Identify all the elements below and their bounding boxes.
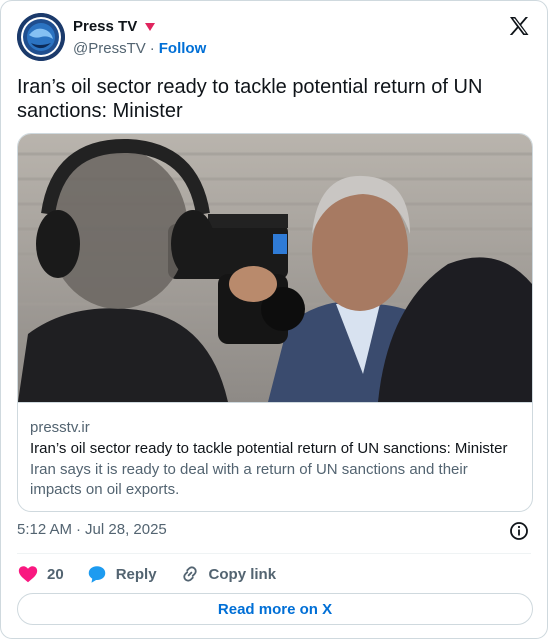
display-name[interactable]: Press TV: [73, 18, 137, 35]
like-count: 20: [47, 565, 64, 583]
handle-row: @PressTV · Follow: [73, 40, 206, 57]
timestamp-time: 5:12 AM: [17, 521, 73, 538]
reply-button[interactable]: Reply: [86, 563, 157, 585]
embedded-tweet-card: Press TV @PressTV · Follow Iran’s oil se…: [0, 0, 548, 639]
tweet-text: Iran’s oil sector ready to tackle potent…: [17, 76, 483, 122]
link-description: Iran says it is ready to deal with a ret…: [30, 461, 468, 498]
link-meta: presstv.ir Iran’s oil sector ready to ta…: [30, 418, 520, 500]
heart-icon: [18, 566, 38, 583]
timestamp-date: Jul 28, 2025: [85, 521, 167, 538]
link-card-divider: [18, 402, 532, 403]
link-domain: presstv.ir: [30, 419, 90, 436]
reply-bubble-icon: [88, 566, 105, 583]
link-title: Iran’s oil sector ready to tackle potent…: [30, 440, 508, 457]
link-preview-card[interactable]: presstv.ir Iran’s oil sector ready to ta…: [17, 133, 533, 512]
action-bar: 20 Reply Copy link: [17, 561, 298, 587]
copy-link-label: Copy link: [208, 565, 277, 583]
timestamp-separator: ·: [76, 521, 82, 538]
link-preview-image[interactable]: [18, 134, 532, 402]
handle-separator: ·: [149, 40, 155, 57]
name-row: Press TV: [73, 18, 157, 35]
link-icon: [182, 566, 197, 582]
actions-divider: [17, 553, 531, 554]
read-more-button[interactable]: Read more on X: [17, 593, 533, 625]
timestamp[interactable]: 5:12 AM · Jul 28, 2025: [17, 521, 167, 538]
avatar[interactable]: [17, 13, 65, 61]
handle[interactable]: @PressTV: [73, 40, 146, 57]
like-button[interactable]: 20: [17, 563, 64, 585]
x-logo-icon[interactable]: [507, 14, 531, 38]
presstv-logo-icon: [17, 13, 65, 61]
reply-label: Reply: [115, 565, 157, 583]
copy-link-button[interactable]: Copy link: [179, 563, 277, 585]
info-icon[interactable]: [509, 521, 529, 541]
state-affiliated-icon: [145, 22, 156, 31]
follow-button[interactable]: Follow: [159, 40, 207, 57]
